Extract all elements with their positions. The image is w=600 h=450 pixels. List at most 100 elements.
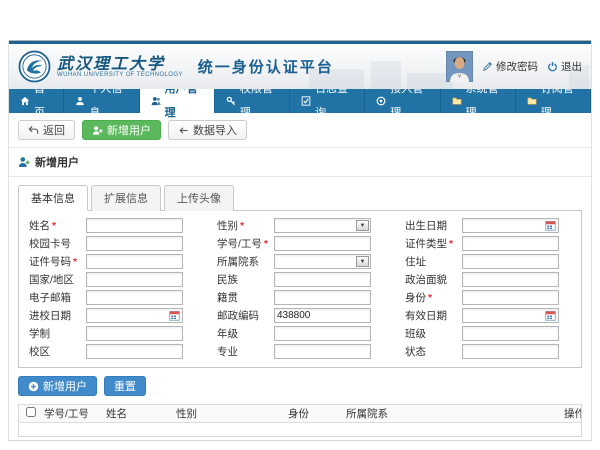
field-label: 专业	[217, 344, 274, 359]
required-asterisk: *	[428, 292, 432, 304]
form-field-class: 班级	[405, 326, 571, 341]
tab-basic-info[interactable]: 基本信息	[18, 185, 88, 211]
field-label: 校园卡号	[29, 236, 86, 251]
field-label: 政治面貌	[405, 272, 462, 287]
plug-icon	[376, 96, 386, 106]
tab-upload-avatar[interactable]: 上传头像	[164, 185, 234, 211]
student-no-input[interactable]	[274, 236, 371, 251]
department-input[interactable]: ▼	[274, 254, 371, 269]
field-label: 邮政编码	[217, 308, 274, 323]
grade-input[interactable]	[274, 326, 371, 341]
nav-item-subscription-mgmt[interactable]: 订阅管理	[516, 89, 591, 113]
add-user-button[interactable]: 新增用户	[82, 120, 161, 140]
basic-info-form: 姓名*性别*▼出生日期校园卡号学号/工号*证件类型*证件号码*所属院系▼住址国家…	[18, 211, 582, 368]
required-asterisk: *	[264, 238, 268, 250]
tab-extended-info[interactable]: 扩展信息	[91, 185, 161, 211]
major-input[interactable]	[274, 344, 371, 359]
form-field-grade: 年级	[217, 326, 383, 341]
table-col-department: 所属院系	[343, 406, 561, 421]
tab-area: 基本信息 扩展信息 上传头像	[9, 177, 591, 211]
nav-item-system-mgmt[interactable]: 系统管理	[441, 89, 516, 113]
field-label: 校区	[29, 344, 86, 359]
dropdown-arrow-icon[interactable]: ▼	[356, 220, 369, 231]
logout-link[interactable]: 退出	[547, 59, 582, 74]
field-label: 状态	[405, 344, 462, 359]
university-logo-icon	[18, 50, 51, 83]
users-icon	[151, 96, 161, 106]
table-col-name: 姓名	[103, 406, 173, 421]
form-field-email: 电子邮箱	[29, 290, 195, 305]
reset-label: 重置	[114, 378, 136, 394]
nav-item-access-mgmt[interactable]: 接入管理	[365, 89, 440, 113]
select-all-checkbox[interactable]	[26, 407, 36, 417]
submit-label: 新增用户	[43, 378, 87, 394]
schooling-length-input[interactable]	[86, 326, 183, 341]
change-password-label: 修改密码	[496, 59, 538, 74]
data-import-button[interactable]: 数据导入	[168, 120, 247, 140]
plus-circle-icon	[28, 381, 39, 392]
address-input[interactable]	[462, 254, 559, 269]
dropdown-arrow-icon[interactable]: ▼	[356, 256, 369, 267]
calendar-icon	[545, 220, 556, 231]
field-value: 438800	[277, 310, 310, 321]
nav-item-home[interactable]: 首页	[9, 89, 64, 113]
power-icon	[547, 61, 558, 72]
field-label: 证件号码*	[29, 254, 86, 269]
required-asterisk: *	[449, 238, 453, 250]
valid-date-input[interactable]	[462, 308, 559, 323]
field-label: 学制	[29, 326, 86, 341]
field-label: 学号/工号*	[217, 236, 274, 251]
required-asterisk: *	[52, 220, 56, 232]
form-field-campus: 校区	[29, 344, 195, 359]
political-status-input[interactable]	[462, 272, 559, 287]
postal-code-input[interactable]: 438800	[274, 308, 371, 323]
add-user-label: 新增用户	[107, 122, 151, 138]
header-user-area: 修改密码 退出	[446, 51, 582, 82]
id-number-input[interactable]	[86, 254, 183, 269]
id-type-input[interactable]	[462, 236, 559, 251]
tab-label: 扩展信息	[104, 193, 148, 205]
import-arrow-icon	[178, 125, 189, 136]
nav-item-log-query[interactable]: 日志查询	[290, 89, 365, 113]
tab-label: 基本信息	[31, 193, 75, 205]
nav-item-permission-mgmt[interactable]: 权限管理	[215, 89, 290, 113]
table-col-student-no: 学号/工号	[41, 406, 103, 421]
name-input[interactable]	[86, 218, 183, 233]
app-window: 武汉理工大学 WUHAN UNIVERSITY OF TECHNOLOGY 统一…	[8, 40, 592, 441]
email-input[interactable]	[86, 290, 183, 305]
tab-label: 上传头像	[177, 193, 221, 205]
field-label: 有效日期	[405, 308, 462, 323]
country-region-input[interactable]	[86, 272, 183, 287]
class-input[interactable]	[462, 326, 559, 341]
native-place-input[interactable]	[274, 290, 371, 305]
gender-input[interactable]: ▼	[274, 218, 371, 233]
nav-item-personal-info[interactable]: 个人信息	[64, 89, 139, 113]
identity-input[interactable]	[462, 290, 559, 305]
back-button[interactable]: 返回	[18, 120, 75, 140]
university-name-en: WUHAN UNIVERSITY OF TECHNOLOGY	[57, 72, 183, 78]
submit-add-user-button[interactable]: 新增用户	[18, 376, 97, 396]
ethnicity-input[interactable]	[274, 272, 371, 287]
status-input[interactable]	[462, 344, 559, 359]
field-label: 国家/地区	[29, 272, 86, 287]
campus-card-no-input[interactable]	[86, 236, 183, 251]
form-actions: 新增用户 重置	[9, 368, 591, 404]
form-field-identity: 身份*	[405, 290, 571, 305]
required-asterisk: *	[240, 220, 244, 232]
enroll-date-input[interactable]	[86, 308, 183, 323]
campus-input[interactable]	[86, 344, 183, 359]
field-label: 电子邮箱	[29, 290, 86, 305]
form-field-ethnicity: 民族	[217, 272, 383, 287]
main-nav: 首页个人信息用户管理权限管理日志查询接入管理系统管理订阅管理	[9, 89, 591, 113]
log-icon	[301, 96, 311, 106]
add-user-section-icon	[18, 156, 30, 168]
change-password-link[interactable]: 修改密码	[482, 59, 538, 74]
form-field-postal-code: 邮政编码438800	[217, 308, 383, 323]
folder-icon	[527, 96, 537, 106]
reset-button[interactable]: 重置	[104, 376, 146, 396]
user-avatar[interactable]	[446, 51, 473, 82]
table-col-actions: 操作	[561, 406, 581, 421]
nav-item-user-mgmt[interactable]: 用户管理	[140, 89, 215, 113]
field-label: 住址	[405, 254, 462, 269]
birth-date-input[interactable]	[462, 218, 559, 233]
